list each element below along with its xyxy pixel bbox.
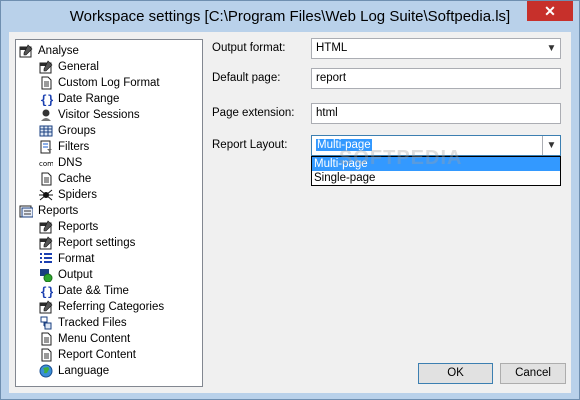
filter-icon	[39, 140, 53, 154]
output-icon	[39, 268, 53, 283]
svg-text:{}: {}	[40, 285, 53, 298]
tree-item-date-time[interactable]: {} Date && Time	[39, 282, 129, 299]
tree-item-label: Visitor Sessions	[58, 108, 140, 121]
braces-icon: {}	[39, 284, 54, 299]
com-icon: com	[39, 156, 54, 170]
tree-item-spiders[interactable]: Spiders	[39, 186, 97, 202]
tree-item-date-range[interactable]: {} Date Range	[39, 90, 120, 107]
report-layout-label: Report Layout:	[212, 139, 288, 151]
chevron-down-icon[interactable]: ▼	[542, 136, 560, 155]
tree-item-label: Output	[58, 268, 93, 281]
list-icon	[39, 252, 53, 266]
page-extension-input[interactable]: html	[311, 103, 561, 124]
tree-item-general[interactable]: General	[39, 58, 99, 74]
document-icon	[39, 348, 53, 362]
tree-item-filters[interactable]: Filters	[39, 138, 89, 154]
tree-item-reports[interactable]: Reports	[39, 218, 98, 234]
tree-item-label: Filters	[58, 140, 90, 153]
output-format-combo[interactable]: HTML ▼	[311, 38, 561, 59]
tree-group-analyse[interactable]: Analyse	[19, 42, 79, 58]
default-page-input[interactable]: report	[311, 68, 561, 89]
settings-tree[interactable]: Analyse General Custom Log Format {} Date Ra…	[15, 39, 203, 387]
reports-icon	[19, 204, 34, 218]
tree-item-label: Groups	[58, 124, 96, 137]
default-page-label: Default page:	[212, 72, 281, 84]
visitor-icon	[39, 108, 53, 122]
tree-group-reports[interactable]: Reports	[19, 202, 78, 218]
tree-item-visitor-sessions[interactable]: Visitor Sessions	[39, 106, 140, 122]
tree-item-label: Reports	[58, 220, 99, 233]
tree-item-groups[interactable]: Groups	[39, 122, 96, 138]
tracked-files-icon	[39, 316, 53, 330]
cancel-button[interactable]: Cancel	[500, 363, 566, 384]
svg-text:{}: {}	[40, 93, 53, 106]
spider-icon	[39, 188, 53, 202]
tree-item-label: Tracked Files	[58, 316, 127, 329]
dropdown-option-single-page[interactable]: Single-page	[312, 171, 560, 185]
braces-icon: {}	[39, 92, 54, 107]
output-format-label: Output format:	[212, 42, 286, 54]
svg-text:com: com	[39, 160, 53, 168]
grid-icon	[39, 124, 53, 138]
tree-group-label: Reports	[38, 204, 79, 217]
tree-item-label: Date && Time	[58, 284, 129, 297]
document-icon	[39, 76, 53, 90]
watermark: SOFTPEDIA	[339, 147, 463, 169]
tree-item-label: Custom Log Format	[58, 76, 160, 89]
settings-window-icon	[19, 44, 33, 58]
tree-item-label: Format	[58, 252, 95, 265]
title-bar[interactable]: Workspace settings [C:\Program Files\Web…	[1, 1, 579, 32]
tree-item-tracked-files[interactable]: Tracked Files	[39, 314, 127, 330]
tree-item-output[interactable]: Output	[39, 266, 93, 283]
document-icon	[39, 172, 53, 186]
tree-item-label: Language	[58, 364, 110, 377]
settings-dialog: Workspace settings [C:\Program Files\Web…	[0, 0, 580, 400]
tree-item-dns[interactable]: com DNS	[39, 154, 82, 170]
tree-item-label: Cache	[58, 172, 92, 185]
tree-item-label: Spiders	[58, 188, 97, 201]
tree-group-label: Analyse	[38, 44, 79, 57]
settings-window-icon	[39, 300, 53, 314]
tree-item-label: Referring Categories	[58, 300, 165, 313]
tree-item-label: General	[58, 60, 99, 73]
document-icon	[39, 332, 53, 346]
tree-item-menu-content[interactable]: Menu Content	[39, 330, 130, 346]
tree-item-label: Date Range	[58, 92, 120, 105]
tree-item-custom-log-format[interactable]: Custom Log Format	[39, 74, 160, 90]
close-button[interactable]: ✕	[527, 1, 573, 21]
tree-item-label: Report Content	[58, 348, 136, 361]
tree-item-report-content[interactable]: Report Content	[39, 346, 136, 362]
tree-item-report-settings[interactable]: Report settings	[39, 234, 135, 250]
tree-item-language[interactable]: Language	[39, 362, 109, 378]
ok-button[interactable]: OK	[418, 363, 493, 384]
page-extension-label: Page extension:	[212, 107, 295, 119]
window-title: Workspace settings [C:\Program Files\Web…	[69, 8, 511, 25]
tree-item-referring-categories[interactable]: Referring Categories	[39, 298, 164, 314]
settings-window-icon	[39, 60, 53, 74]
tree-item-cache[interactable]: Cache	[39, 170, 91, 186]
settings-window-icon	[39, 236, 53, 250]
tree-item-label: Report settings	[58, 236, 136, 249]
globe-icon	[39, 364, 53, 378]
settings-window-icon	[39, 220, 53, 234]
tree-item-format[interactable]: Format	[39, 250, 94, 266]
chevron-down-icon[interactable]: ▼	[543, 39, 560, 58]
tree-item-label: Menu Content	[58, 332, 131, 345]
tree-item-label: DNS	[58, 156, 83, 169]
dialog-body: Analyse General Custom Log Format {} Date Ra…	[9, 32, 571, 393]
output-format-value: HTML	[316, 42, 348, 54]
